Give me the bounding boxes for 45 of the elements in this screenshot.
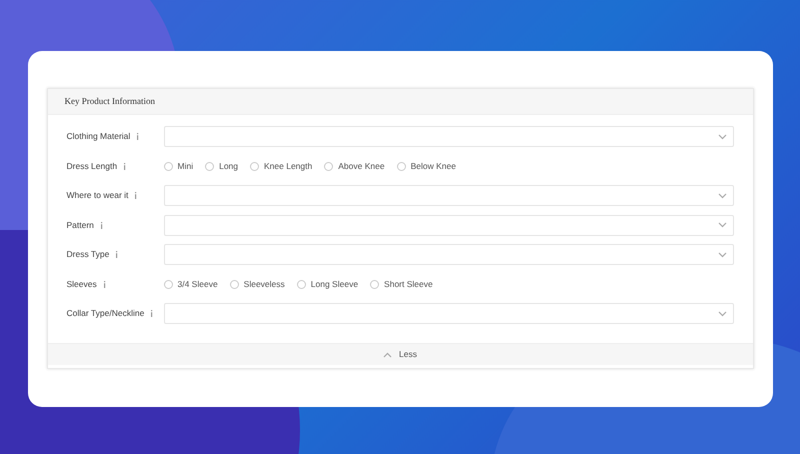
- field-label: Collar Type/Neckline: [66, 307, 144, 320]
- caret-icon: [383, 352, 392, 358]
- caret-icon: [718, 252, 726, 258]
- info-icon: [150, 310, 154, 317]
- caret-icon: [718, 192, 726, 198]
- option-label: Short Sleeve: [384, 278, 433, 290]
- option-label: Long: [219, 160, 238, 172]
- radio-button[interactable]: [324, 162, 334, 170]
- option-label: 3/4 Sleeve: [178, 278, 218, 290]
- info-icon: [123, 162, 126, 170]
- select-field[interactable]: [164, 126, 734, 147]
- select-field[interactable]: [164, 303, 734, 324]
- field-label: Dress Length: [66, 160, 118, 172]
- option-label: Long Sleeve: [310, 278, 358, 290]
- info-icon: [102, 280, 106, 288]
- field-label: Pattern: [66, 218, 94, 232]
- info-icon: [136, 133, 140, 140]
- radio-button[interactable]: [396, 162, 406, 170]
- radio-button[interactable]: [230, 280, 239, 288]
- info-icon: [100, 222, 103, 228]
- radio-button[interactable]: [296, 280, 306, 288]
- option-label: Above Knee: [338, 160, 385, 172]
- radio-button[interactable]: [370, 280, 380, 288]
- option-label: Knee Length: [264, 160, 312, 172]
- radio-button[interactable]: [164, 280, 172, 288]
- field-label: Where to wear it: [66, 189, 128, 202]
- option-label: Mini: [178, 160, 194, 172]
- info-icon: [115, 251, 118, 258]
- select-field[interactable]: [164, 214, 734, 236]
- radio-button[interactable]: [205, 162, 214, 170]
- field-label: Dress Type: [66, 248, 110, 261]
- caret-icon: [718, 310, 726, 316]
- radio-button[interactable]: [250, 162, 260, 170]
- select-field[interactable]: [164, 185, 734, 206]
- caret-icon: [718, 134, 726, 140]
- field-label: Sleeves: [66, 278, 97, 290]
- select-field[interactable]: [164, 244, 734, 265]
- radio-button[interactable]: [164, 162, 172, 170]
- field-label: Clothing Material: [66, 130, 130, 143]
- toggle-button[interactable]: Less: [383, 348, 417, 361]
- panel-title: Key Product Information: [64, 94, 155, 108]
- info-icon: [134, 192, 138, 199]
- caret-icon: [718, 222, 726, 228]
- option-label: Sleeveless: [244, 278, 285, 290]
- option-label: Below Knee: [410, 160, 456, 172]
